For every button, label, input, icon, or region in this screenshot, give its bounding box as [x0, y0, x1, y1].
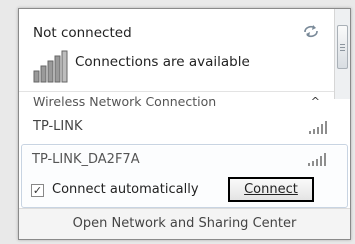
network-item-tp-link[interactable]: TP-LINK	[19, 113, 350, 141]
network-available-icon	[33, 49, 69, 87]
chevron-up-icon[interactable]: ^	[311, 95, 320, 108]
scrollbar[interactable]	[334, 9, 350, 99]
open-network-sharing-center-link[interactable]: Open Network and Sharing Center	[19, 216, 350, 231]
scrollbar-thumb[interactable]	[337, 25, 348, 69]
refresh-icon[interactable]	[302, 23, 320, 42]
connect-automatically-label[interactable]: Connect automatically	[52, 182, 199, 197]
network-name: TP-LINK_DA2F7A	[32, 152, 140, 167]
signal-bars-icon	[307, 151, 331, 171]
connect-button[interactable]: Connect	[228, 177, 314, 202]
connections-available-label: Connections are available	[75, 54, 250, 70]
signal-bars-icon	[308, 119, 332, 139]
connect-automatically-checkbox[interactable]: ✓	[31, 184, 44, 197]
network-flyout: Not connected Connections are available …	[18, 8, 351, 240]
connect-button-label: Connect	[244, 182, 298, 197]
network-name: TP-LINK	[33, 119, 83, 134]
network-item-tp-link-da2f7a[interactable]: TP-LINK_DA2F7A ✓ Connect automatically C…	[21, 144, 348, 208]
section-label: Wireless Network Connection	[33, 94, 217, 109]
footer: Open Network and Sharing Center	[19, 208, 350, 239]
divider	[19, 91, 334, 92]
connection-status: Not connected	[33, 25, 132, 41]
